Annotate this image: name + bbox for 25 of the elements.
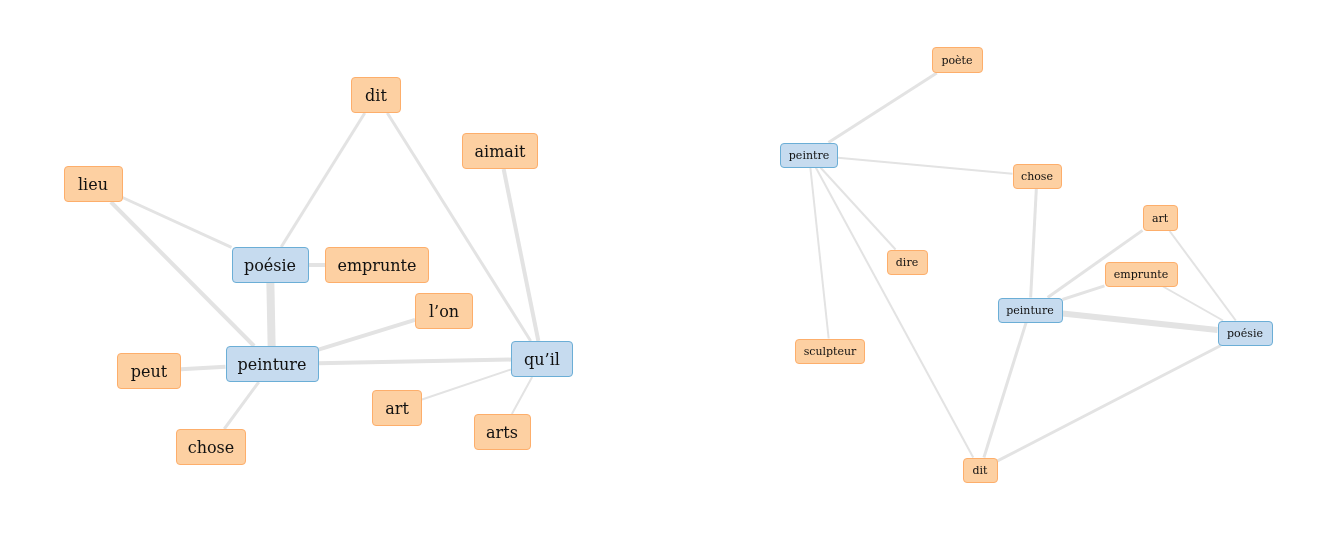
graph-node: peinture (997, 297, 1063, 323)
graph-node: sculpteur (795, 338, 865, 364)
graph-node: art (372, 390, 422, 426)
graph-node: lieu (63, 166, 123, 202)
graph-node: chose (176, 429, 246, 465)
graph-node: peintre (780, 142, 838, 168)
graph-node: aimait (462, 133, 538, 169)
graph-node: arts (473, 414, 531, 450)
graph-node: qu’il (511, 341, 573, 377)
graph-node: l’on (415, 293, 473, 329)
graph-node: poète (931, 47, 983, 73)
graph-node: poésie (231, 247, 309, 283)
graph-node: emprunte (1104, 261, 1178, 287)
graph-node: peut (117, 353, 181, 389)
graph-node: emprunte (325, 247, 429, 283)
graph-node: dit (962, 457, 998, 483)
graph-node: dit (351, 77, 401, 113)
graph-node: dire (886, 249, 928, 275)
graph-node: chose (1012, 163, 1062, 189)
edge-line (266, 282, 276, 347)
graph-node: poésie (1217, 320, 1273, 346)
graph-node: peinture (225, 346, 319, 382)
edge-line (223, 381, 260, 430)
graph-node: art (1142, 205, 1178, 231)
edge-line (180, 364, 226, 372)
